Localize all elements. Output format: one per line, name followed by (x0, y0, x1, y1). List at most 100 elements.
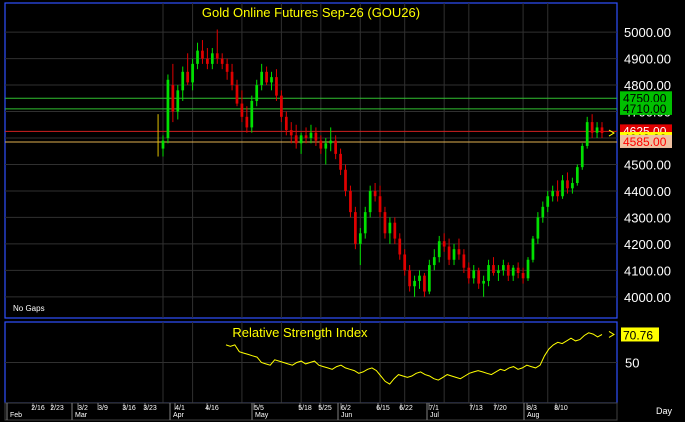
candle-body (526, 259, 530, 279)
candle-body (585, 122, 589, 146)
candle-body (329, 140, 333, 144)
candle-body (294, 135, 298, 144)
candle-body (289, 130, 293, 136)
candle-body (230, 71, 234, 86)
candle-body (275, 77, 278, 96)
candle-body (339, 153, 342, 170)
candle-body (501, 265, 505, 271)
price-y-tick-label: 4500.00 (624, 157, 671, 172)
time-day-label: 6/15 (376, 405, 390, 412)
candle-body (176, 90, 180, 112)
candle-body (363, 212, 367, 234)
candle-body (220, 58, 224, 64)
candle-body (492, 265, 495, 273)
candle-body (447, 246, 451, 260)
candle-body (437, 241, 441, 258)
candle-body (334, 140, 337, 154)
candle-body (255, 85, 259, 101)
candle (531, 235, 535, 263)
time-month-label: May (255, 412, 269, 419)
candle-body (201, 50, 204, 59)
time-day-label: 3/2 (78, 405, 88, 412)
candle-body (442, 241, 446, 247)
candle-body (225, 63, 229, 72)
candle-body (511, 267, 515, 276)
time-day-label: 3/16 (122, 405, 136, 412)
candle-body (428, 265, 431, 292)
time-day-label: 8/10 (554, 405, 568, 412)
candle-body (561, 180, 564, 197)
candle-body (240, 103, 244, 117)
candle-body (250, 100, 254, 128)
time-month-label: Aug (527, 412, 540, 419)
candle-body (487, 265, 490, 281)
candle-body (408, 270, 411, 287)
candle-body (166, 79, 170, 138)
candle-body (368, 190, 372, 213)
time-day-label: 8/3 (527, 405, 537, 412)
time-day-label: 5/5 (254, 405, 264, 412)
candle-body (413, 280, 416, 287)
price-y-tick-label: 4400.00 (624, 184, 671, 199)
candle-body (423, 275, 426, 292)
candle-body (551, 190, 555, 197)
candle-body (358, 233, 362, 244)
candle-body (373, 190, 377, 197)
time-day-label: 6/22 (399, 405, 413, 412)
candle-body (600, 127, 604, 134)
candle-body (354, 212, 357, 244)
candle (250, 95, 254, 133)
candle-body (546, 196, 550, 207)
candle-body (324, 143, 328, 149)
candle-body (571, 183, 574, 189)
price-y-tick-label: 4200.00 (624, 237, 671, 252)
time-month-label: Apr (173, 412, 185, 419)
candle-body (531, 238, 535, 260)
price-y-tick-label: 4100.00 (624, 263, 671, 278)
candle (580, 143, 584, 170)
chart-svg: 4000.00 4100.00 4200.00 4300.00 4400.00 4500.… (4, 2, 673, 421)
time-month-label: Feb (10, 412, 22, 419)
candle-body (314, 132, 318, 141)
candle-body (595, 127, 599, 133)
candle-body (304, 135, 308, 138)
candle-body (590, 122, 594, 133)
candle-body (556, 190, 559, 197)
candle-body (497, 270, 500, 273)
candle (526, 257, 530, 281)
price-y-tick-label: 4300.00 (624, 210, 671, 225)
time-day-label: 7/1 (429, 405, 439, 412)
time-axis-unit-label: Day (656, 406, 673, 416)
time-day-label: 2/16 (31, 405, 45, 412)
candle-body (452, 249, 456, 260)
candle-body (280, 95, 283, 117)
rsi-chart-title: Relative Strength Index (232, 325, 368, 340)
time-month-label: Jul (430, 412, 439, 419)
time-day-label: 3/9 (98, 405, 108, 412)
time-day-label: 2/23 (50, 405, 64, 412)
candle-body (457, 249, 461, 255)
level-label: 4710.00 (623, 102, 667, 116)
candle-body (344, 169, 347, 191)
price-y-tick-label: 4900.00 (624, 52, 671, 67)
time-month-label: Mar (75, 412, 88, 419)
candle-body (161, 140, 165, 149)
candle-body (521, 273, 525, 279)
time-day-label: 3/23 (143, 405, 157, 412)
candle-body (403, 254, 407, 271)
candle-body (536, 217, 540, 239)
time-day-label: 4/16 (205, 405, 219, 412)
candle-body (388, 222, 392, 234)
candle-body (516, 267, 520, 273)
candle-body (477, 270, 481, 284)
candle-body (210, 53, 214, 64)
rsi-last-label: 70.76 (623, 328, 653, 342)
candle-body (506, 265, 510, 276)
candle-body (575, 167, 579, 183)
time-day-label: 6/2 (341, 405, 351, 412)
candle-body (432, 257, 436, 266)
candle-body (467, 267, 471, 279)
candle-body (265, 71, 268, 83)
candle-body (580, 145, 584, 168)
candle-body (235, 85, 239, 104)
